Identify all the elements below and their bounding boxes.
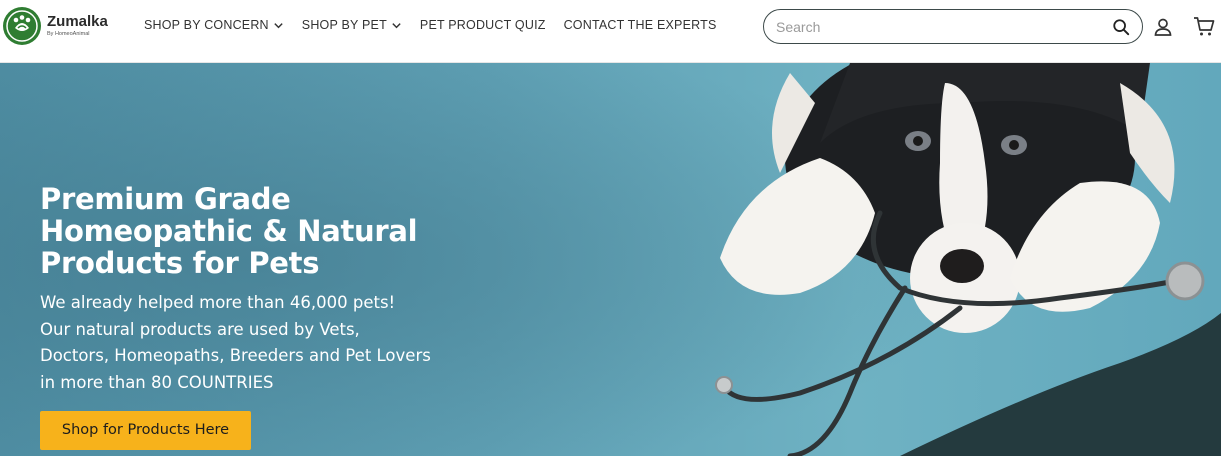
nav-contact-the-experts-label: CONTACT THE EXPERTS — [563, 18, 717, 32]
hero-line-used-by: Our natural products are used by Vets, — [40, 319, 360, 339]
account-icon[interactable] — [1153, 17, 1173, 37]
search-input[interactable] — [776, 17, 1096, 37]
nav-pet-product-quiz[interactable]: PET PRODUCT QUIZ — [420, 18, 546, 32]
nav-contact-the-experts[interactable]: CONTACT THE EXPERTS — [564, 18, 717, 32]
nav-shop-by-concern[interactable]: SHOP BY CONCERN — [144, 18, 284, 32]
brand-logo[interactable]: Zumalka By HomeoAnimal — [2, 6, 108, 46]
hero-description: We already helped more than 46,000 pets!… — [40, 290, 480, 396]
nav-pet-product-quiz-label: PET PRODUCT QUIZ — [419, 18, 546, 32]
hero-banner: Premium Grade Homeopathic & Natural Prod… — [0, 63, 1221, 456]
brand-name: Zumalka — [47, 13, 108, 31]
hero-line-countries: in more than 80 COUNTRIES — [40, 372, 274, 392]
hero-line-pets-helped: We already helped more than 46,000 pets! — [40, 293, 396, 312]
logo-badge-icon — [3, 7, 41, 45]
nav-shop-by-pet[interactable]: SHOP BY PET — [302, 18, 402, 32]
main-nav: SHOP BY CONCERN SHOP BY PET PET PRODUCT … — [144, 18, 734, 32]
hero-line-professions: Doctors, Homeopaths, Breeders and Pet Lo… — [40, 346, 431, 365]
search-icon[interactable] — [1112, 18, 1130, 36]
hero-title: Premium Grade Homeopathic & Natural Prod… — [40, 182, 418, 280]
search-box — [763, 9, 1143, 44]
nav-shop-by-pet-label: SHOP BY PET — [301, 18, 387, 32]
site-header: Zumalka By HomeoAnimal SHOP BY CONCERN S… — [0, 0, 1221, 63]
shop-products-button[interactable]: Shop for Products Here — [40, 411, 251, 450]
cart-icon[interactable] — [1193, 15, 1215, 37]
nav-shop-by-concern-label: SHOP BY CONCERN — [144, 18, 269, 32]
chevron-down-icon — [274, 22, 283, 28]
brand-tagline: By HomeoAnimal — [47, 31, 90, 38]
chevron-down-icon — [392, 22, 401, 28]
